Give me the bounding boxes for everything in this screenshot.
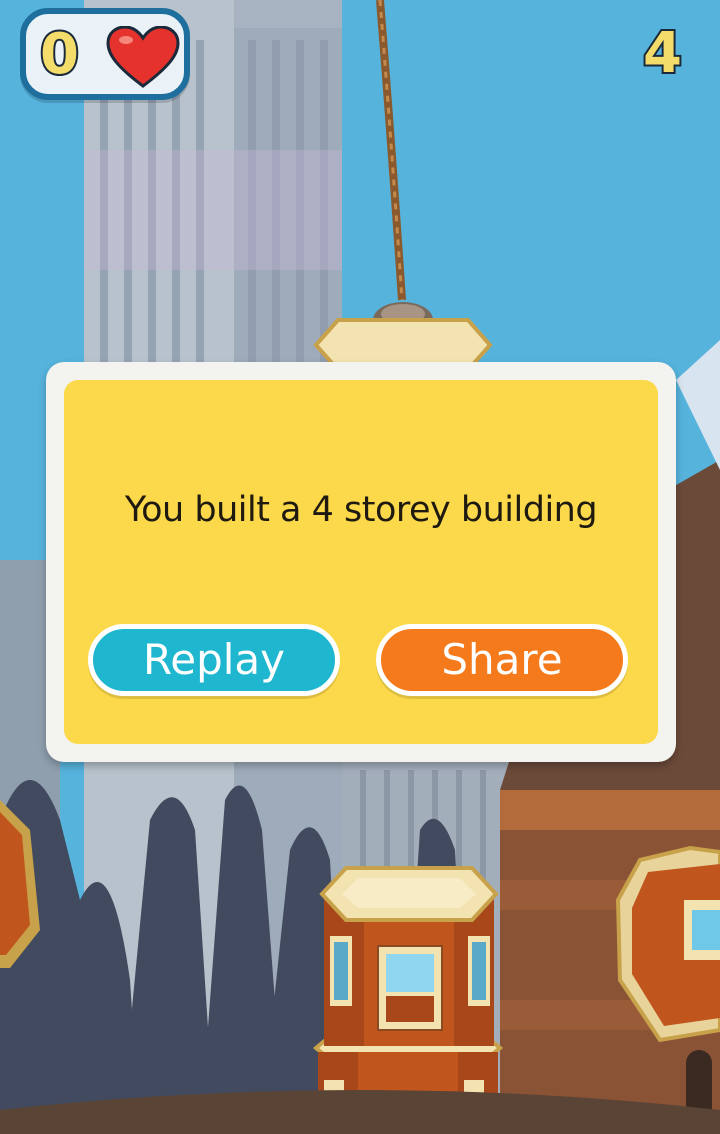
replay-button[interactable]: Replay bbox=[88, 624, 340, 696]
lives-count: 0 bbox=[38, 20, 81, 89]
score-counter: 4 bbox=[641, 19, 684, 88]
lives-counter: 0 bbox=[20, 8, 190, 100]
game-over-dialog: You built a 4 storey building Replay Sha… bbox=[46, 362, 676, 762]
share-button[interactable]: Share bbox=[376, 624, 628, 696]
heart-icon bbox=[106, 26, 180, 88]
dialog-message: You built a 4 storey building bbox=[124, 490, 598, 530]
dialog-panel: You built a 4 storey building Replay Sha… bbox=[64, 380, 658, 744]
